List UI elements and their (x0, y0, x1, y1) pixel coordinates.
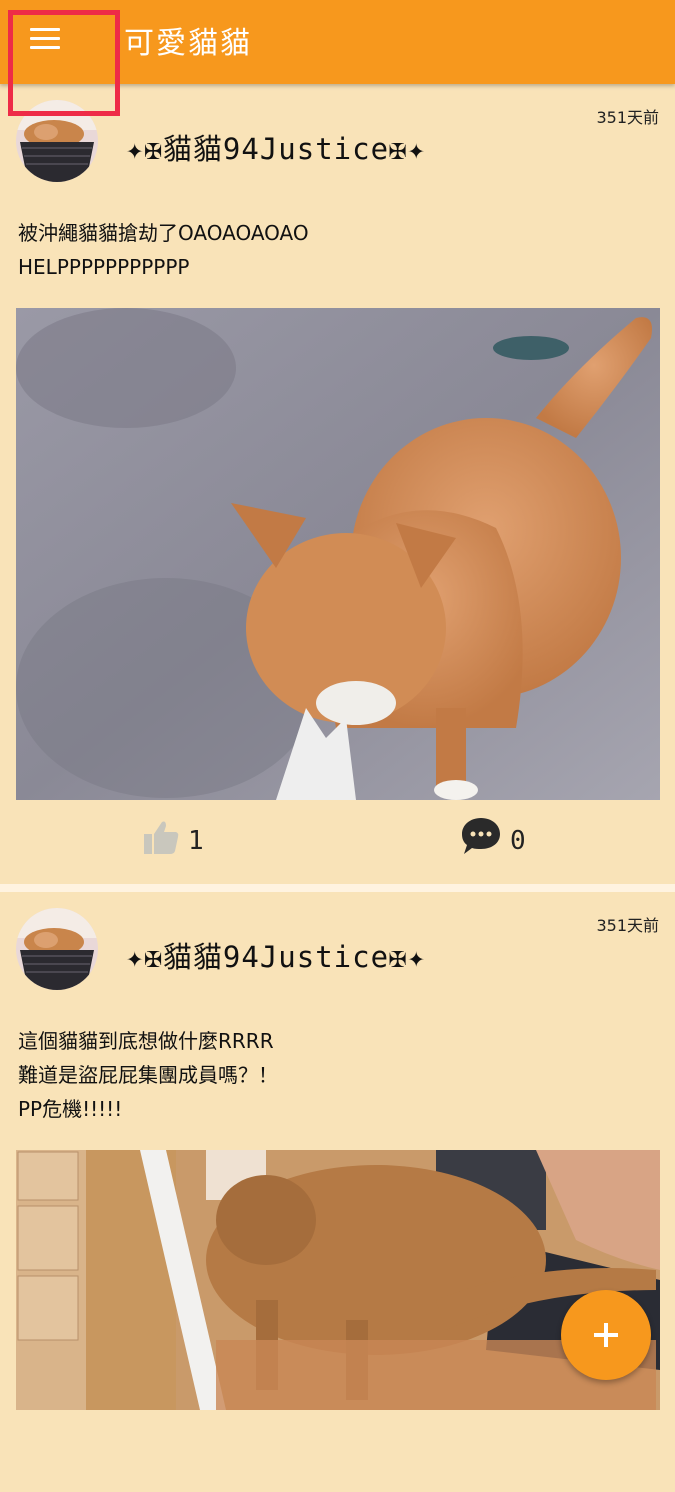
add-post-button[interactable] (561, 1290, 651, 1380)
plus-icon (594, 1323, 618, 1347)
comment-count: 0 (510, 826, 526, 856)
thumbs-up-icon (144, 821, 179, 854)
post-photo[interactable] (16, 1150, 660, 1410)
app-title: 可愛貓貓 (124, 26, 252, 61)
avatar[interactable] (16, 100, 98, 182)
like-count: 1 (188, 826, 204, 856)
username[interactable]: ✦✠貓貓94Justice✠✦ (126, 126, 426, 168)
menu-button[interactable] (14, 14, 74, 64)
post-text: 被沖繩貓貓搶劫了OAOAOAOAO HELPPPPPPPPPPP (18, 221, 309, 279)
post-feed: ✦✠貓貓94Justice✠✦ 351天前 被沖繩貓貓搶劫了OAOAOAOAO … (0, 84, 675, 1492)
app-bar: 可愛貓貓 (0, 0, 675, 84)
like-button[interactable]: 1 (142, 818, 204, 856)
hamburger-menu-icon (30, 28, 60, 31)
post-text: 這個貓貓到底想做什麼RRRR 難道是盜屁屁集團成員嗎？！ PP危機!!!!! (18, 1029, 278, 1121)
avatar[interactable] (16, 908, 98, 990)
username[interactable]: ✦✠貓貓94Justice✠✦ (126, 934, 426, 976)
comment-bubble-icon (462, 818, 500, 854)
post-card[interactable]: ✦✠貓貓94Justice✠✦ 351天前 這個貓貓到底想做什麼RRRR 難道是… (0, 892, 675, 1492)
comment-button[interactable]: 0 (460, 816, 526, 856)
post-photo[interactable] (16, 308, 660, 800)
post-time: 351天前 (596, 916, 659, 935)
post-time: 351天前 (596, 108, 659, 127)
post-divider (0, 884, 675, 892)
post-card[interactable]: ✦✠貓貓94Justice✠✦ 351天前 被沖繩貓貓搶劫了OAOAOAOAO … (0, 84, 675, 884)
